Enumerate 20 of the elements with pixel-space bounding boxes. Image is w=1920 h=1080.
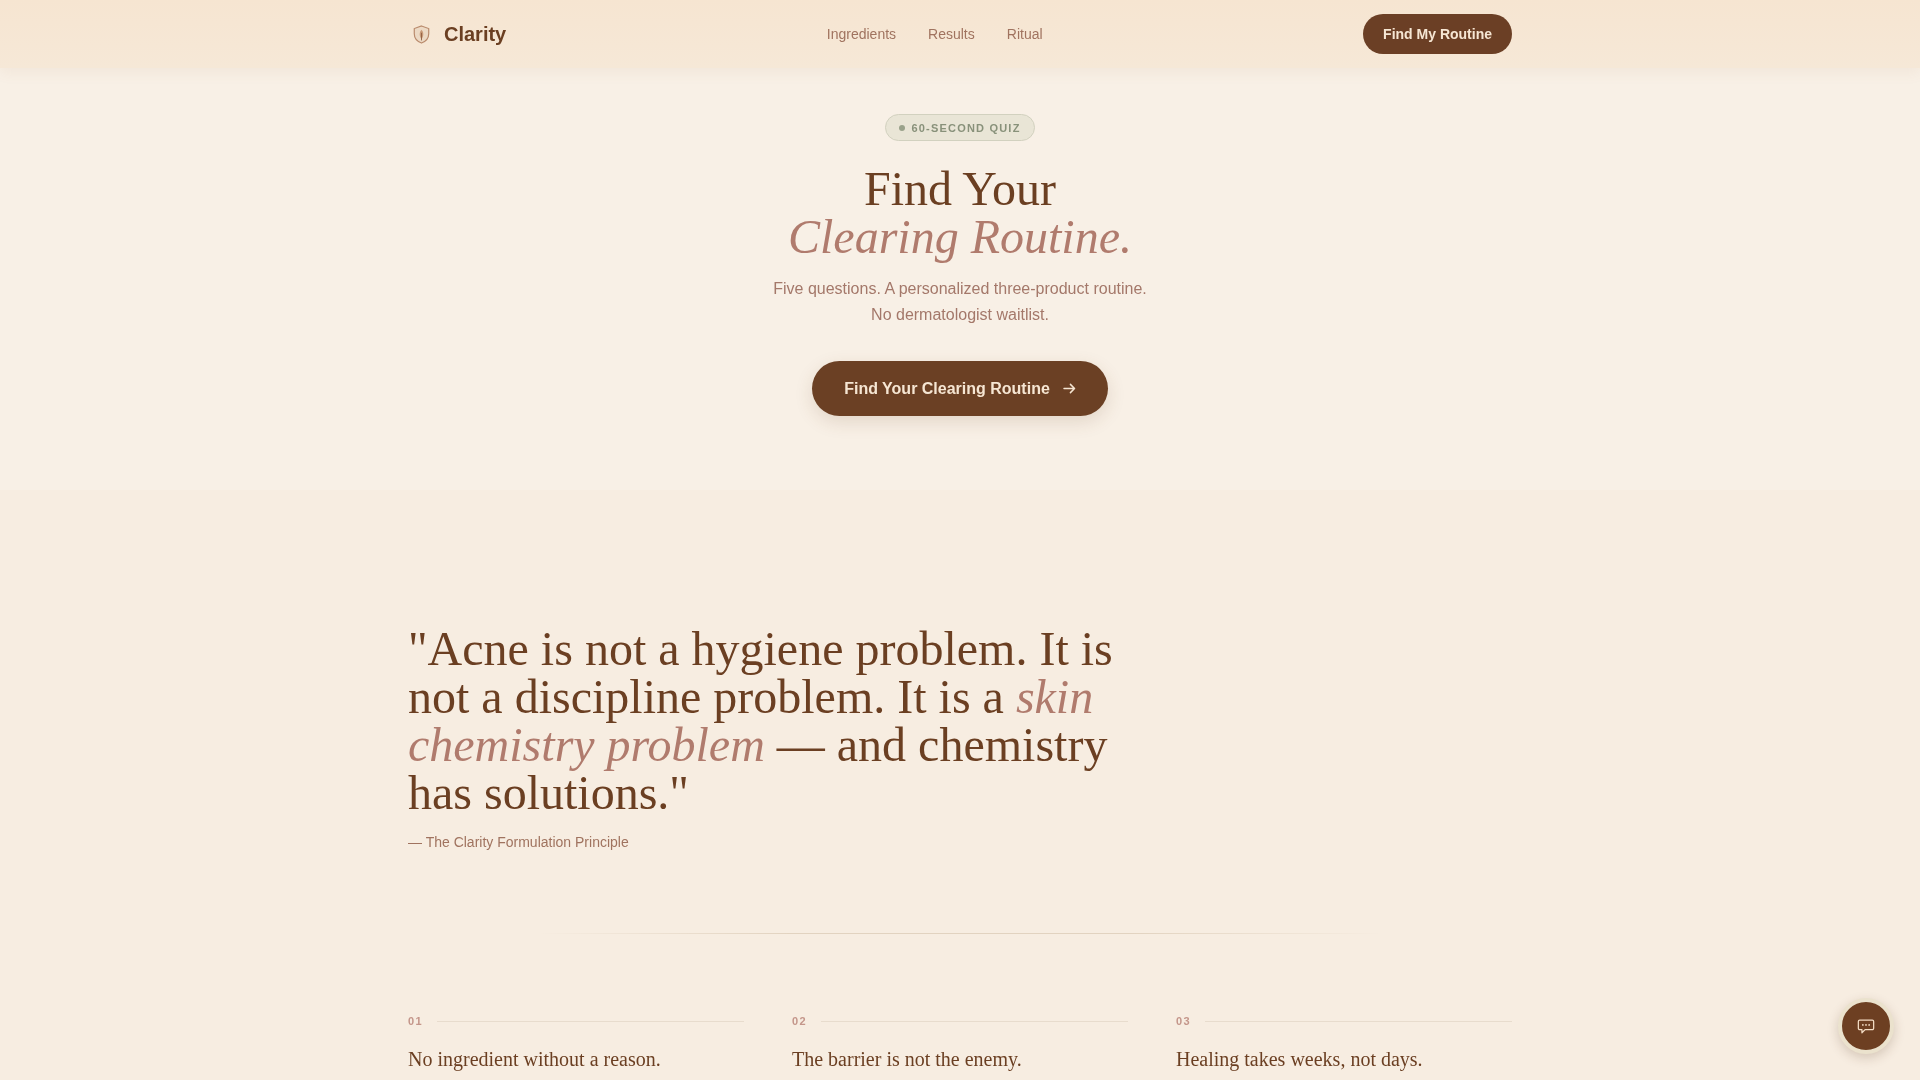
principle-title: The barrier is not the enemy. [792, 1047, 1022, 1071]
principle-title: Healing takes weeks, not days. [1176, 1047, 1423, 1071]
status-dot-icon [899, 124, 906, 131]
badge-text: 60-SECOND QUIZ [911, 121, 1021, 134]
chat-button[interactable] [1838, 998, 1894, 1054]
shield-icon [413, 24, 430, 44]
hero-title: Find Your [863, 165, 1057, 213]
principle-number: 03 [1176, 1014, 1192, 1028]
quiz-start-button[interactable]: Find Your Clearing Routine [812, 361, 1108, 416]
hero-subtitle: Five questions. A personalized three-product routine. No dermatologist waitlist. [772, 279, 1148, 325]
principle-number: 01 [408, 1014, 424, 1028]
find-routine-button[interactable]: Find My Routine [1363, 14, 1512, 54]
brand-link[interactable]: Clarity [408, 22, 507, 46]
chat-icon [1857, 1017, 1875, 1035]
quote-attribution: — The Clarity Formulation Principle [408, 833, 629, 852]
principle-number: 02 [792, 1014, 808, 1028]
arrow-right-icon [1062, 383, 1076, 394]
principle-title: No ingredient without a reason. [408, 1047, 661, 1071]
quote-text: "Acne is not a hygiene problem. It is not a discipline problem. It is a skin chemistry problem — and chemistry has solutions." [408, 625, 1114, 817]
hero-title-accent: Clearing Routine. [788, 213, 1132, 261]
